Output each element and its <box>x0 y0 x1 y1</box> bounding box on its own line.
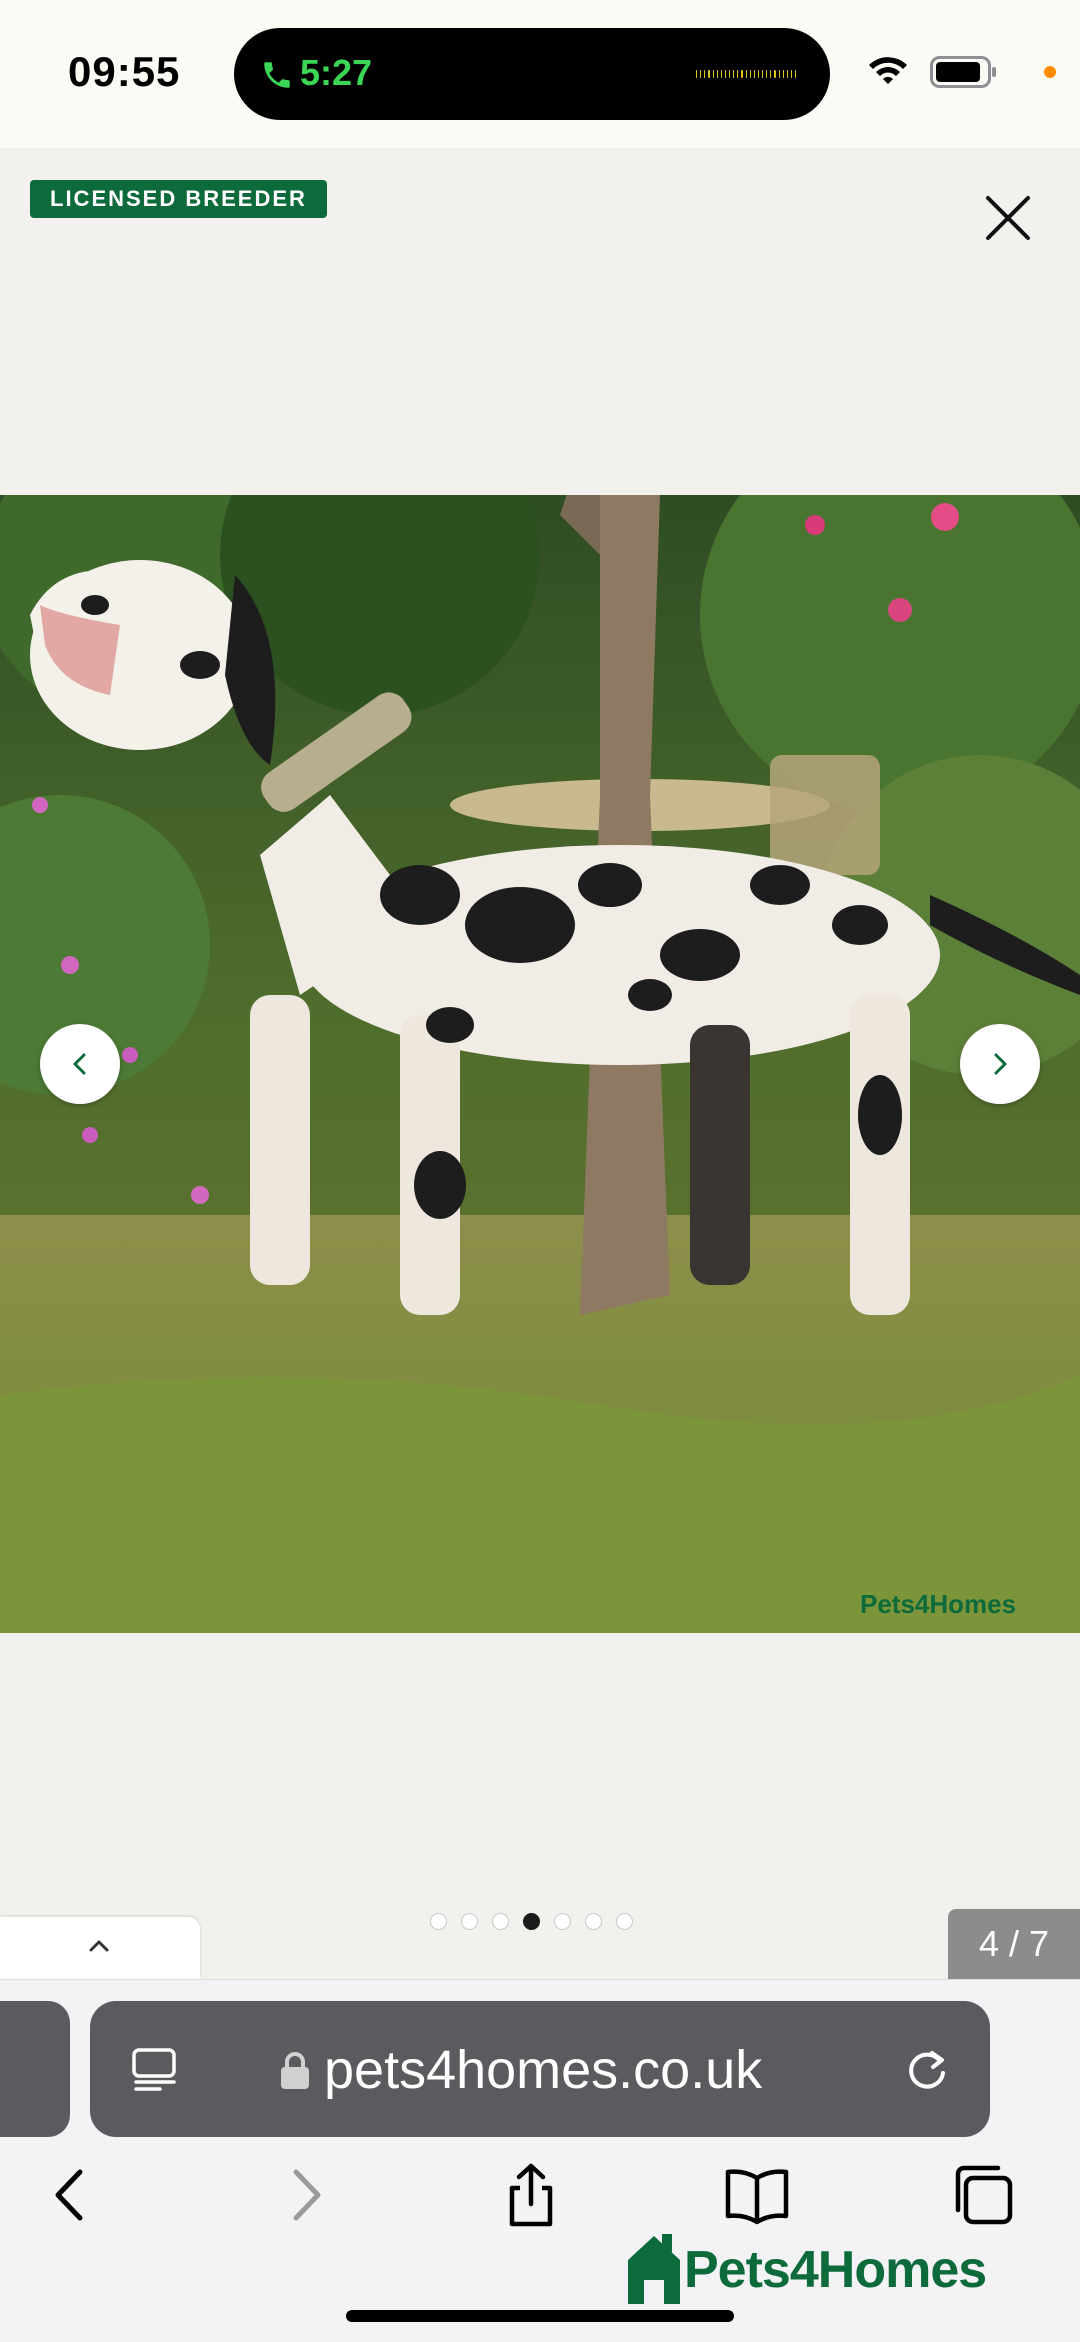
next-photo-button[interactable] <box>960 1024 1040 1104</box>
lock-icon <box>281 2052 309 2089</box>
logo-text: Pets4Homes <box>684 2241 987 2299</box>
call-duration: 5:27 <box>300 52 373 93</box>
forward-icon[interactable] <box>270 2160 340 2230</box>
wifi-icon <box>869 57 907 84</box>
gallery-photo[interactable]: Pets4Homes <box>0 495 1080 1633</box>
audio-wave-icon <box>696 68 797 80</box>
status-time: 09:55 <box>68 48 181 95</box>
close-icon[interactable] <box>976 186 1040 250</box>
house-logo-icon <box>628 2234 680 2304</box>
status-bar: 09:55 5:27 <box>0 0 1080 148</box>
privacy-indicator-dot <box>1044 66 1056 78</box>
pagination-dot[interactable] <box>616 1913 633 1930</box>
chevron-left-icon <box>73 1053 86 1075</box>
bookmarks-icon[interactable] <box>722 2160 792 2230</box>
address-bar[interactable]: pets4homes.co.uk <box>90 2001 990 2137</box>
back-icon[interactable] <box>36 2160 106 2230</box>
tabs-icon[interactable] <box>948 2160 1018 2230</box>
pagination-dot[interactable] <box>492 1913 509 1930</box>
pagination-dot[interactable] <box>585 1913 602 1930</box>
page-menu-icon[interactable] <box>130 2047 180 2091</box>
expand-panel-tab[interactable] <box>0 1917 200 1979</box>
licensed-breeder-badge: LICENSED BREEDER <box>30 180 327 218</box>
pets4homes-logo: Pets4Homes <box>624 2228 1024 2308</box>
reload-icon[interactable] <box>902 2045 952 2095</box>
gallery-pagination-dots <box>430 1913 633 1930</box>
photo-counter: 4 / 7 <box>948 1909 1080 1979</box>
pagination-dot[interactable] <box>523 1913 540 1930</box>
share-icon[interactable] <box>496 2160 566 2230</box>
pagination-dot[interactable] <box>461 1913 478 1930</box>
battery-icon <box>930 56 996 88</box>
dog-photo-image: Pets4Homes <box>0 495 1080 1633</box>
dynamic-island-call[interactable]: 5:27 <box>234 28 830 120</box>
previous-tab-peek[interactable] <box>0 2001 70 2137</box>
pagination-dot[interactable] <box>554 1913 571 1930</box>
home-indicator[interactable] <box>346 2310 734 2322</box>
chevron-up-icon <box>89 1940 109 1952</box>
pagination-dot[interactable] <box>430 1913 447 1930</box>
chevron-right-icon <box>994 1053 1007 1075</box>
previous-photo-button[interactable] <box>40 1024 120 1104</box>
url-text: pets4homes.co.uk <box>324 2040 763 2100</box>
phone-icon <box>264 62 290 88</box>
photo-watermark: Pets4Homes <box>860 1589 1016 1619</box>
